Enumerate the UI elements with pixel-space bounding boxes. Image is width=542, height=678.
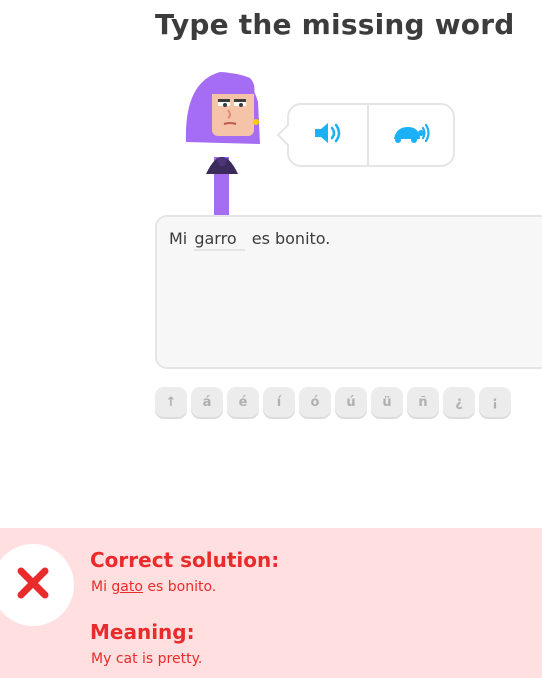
solution-heading: Correct solution: bbox=[90, 548, 280, 572]
key-u-acute[interactable]: ú bbox=[335, 387, 367, 417]
sentence: Mi garro es bonito. bbox=[169, 229, 330, 251]
turtle-speaker-icon bbox=[390, 121, 432, 149]
x-icon bbox=[16, 566, 50, 604]
audio-bubble bbox=[276, 103, 455, 167]
speaker-icon bbox=[313, 121, 343, 149]
page-title: Type the missing word bbox=[155, 8, 515, 41]
key-a-acute[interactable]: á bbox=[191, 387, 223, 417]
key-o-acute[interactable]: ó bbox=[299, 387, 331, 417]
key-e-acute[interactable]: é bbox=[227, 387, 259, 417]
key-inverted-question[interactable]: ¿ bbox=[443, 387, 475, 417]
character-illustration bbox=[178, 62, 268, 217]
key-n-tilde[interactable]: ñ bbox=[407, 387, 439, 417]
key-i-acute[interactable]: í bbox=[263, 387, 295, 417]
shift-key[interactable]: ↑ bbox=[155, 387, 187, 417]
solution-before: Mi bbox=[91, 579, 107, 595]
play-audio-button[interactable] bbox=[289, 105, 367, 165]
sentence-before: Mi bbox=[169, 229, 188, 248]
sentence-after: es bonito. bbox=[251, 229, 331, 248]
answer-box: Mi garro es bonito. bbox=[155, 215, 542, 369]
feedback-panel: Correct solution: Mi gato es bonito. Mea… bbox=[0, 528, 542, 678]
solution-text: Mi gato es bonito. bbox=[91, 579, 216, 595]
key-inverted-exclamation[interactable]: ¡ bbox=[479, 387, 511, 417]
meaning-heading: Meaning: bbox=[90, 620, 195, 644]
play-slow-audio-button[interactable] bbox=[369, 105, 453, 165]
key-u-umlaut[interactable]: ü bbox=[371, 387, 403, 417]
incorrect-badge bbox=[0, 544, 74, 626]
solution-after: es bonito. bbox=[147, 579, 217, 595]
solution-highlight: gato bbox=[111, 579, 143, 595]
meaning-text: My cat is pretty. bbox=[91, 651, 203, 667]
answer-input[interactable]: garro bbox=[194, 229, 245, 251]
